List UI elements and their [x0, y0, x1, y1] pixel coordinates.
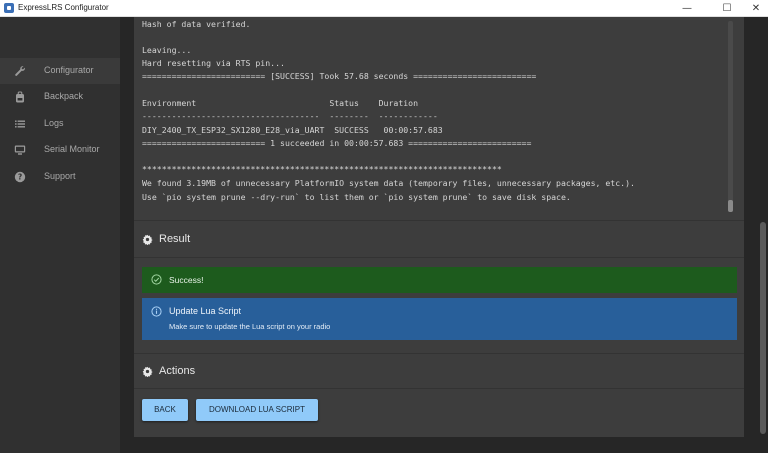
log-line: We found 3.19MB of unnecessary PlatformI… — [142, 178, 635, 188]
divider — [134, 388, 744, 389]
gear-icon — [142, 366, 153, 377]
check-circle-icon — [151, 274, 162, 285]
list-icon — [15, 120, 25, 128]
log-line: ****************************************… — [142, 164, 502, 174]
sidebar-item-label: Serial Monitor — [44, 144, 100, 154]
sidebar-item-label: Support — [44, 171, 76, 181]
sidebar-item-serial-monitor[interactable]: Serial Monitor — [0, 137, 120, 163]
close-button[interactable]: ✕ — [744, 0, 768, 17]
success-alert: Success! — [142, 267, 737, 293]
info-title: Update Lua Script — [169, 306, 242, 316]
sidebar-item-label: Logs — [44, 118, 64, 128]
actions-heading: Actions — [142, 365, 195, 377]
minimize-button[interactable]: — — [670, 0, 704, 17]
log-line: DIY_2400_TX_ESP32_SX1280_E28_via_UART SU… — [142, 125, 443, 135]
info-description: Make sure to update the Lua script on yo… — [169, 322, 331, 331]
log-line: ------------------------------------ ---… — [142, 111, 438, 121]
download-lua-script-button[interactable]: DOWNLOAD LUA SCRIPT — [196, 399, 318, 421]
log-line: Hash of data verified. — [142, 19, 251, 29]
sidebar-item-label: Configurator — [44, 65, 94, 75]
title-bar: ExpressLRS Configurator — ☐ ✕ — [0, 0, 768, 17]
wrench-icon — [15, 66, 25, 76]
log-line: Hard resetting via RTS pin... — [142, 58, 285, 68]
sidebar-item-logs[interactable]: Logs — [0, 111, 120, 137]
back-button[interactable]: BACK — [142, 399, 188, 421]
log-line: ========================= 1 succeeded in… — [142, 138, 532, 148]
actions-heading-label: Actions — [159, 365, 196, 377]
sidebar-item-support[interactable]: ? Support — [0, 164, 120, 190]
help-icon: ? — [14, 171, 26, 183]
backpack-icon — [16, 91, 24, 103]
log-line: Use `pio system prune --dry-run` to list… — [142, 192, 571, 202]
sidebar-item-label: Backpack — [44, 91, 84, 101]
log-line: Environment Status Duration — [142, 98, 419, 108]
sidebar-item-backpack[interactable]: Backpack — [0, 84, 120, 110]
log-line: ========================= [SUCCESS] Took… — [142, 71, 537, 81]
gear-icon — [142, 234, 153, 245]
info-alert: Update Lua Script Make sure to update th… — [142, 298, 737, 340]
sidebar: Configurator Backpack Logs Serial Monito… — [0, 17, 120, 453]
svg-text:?: ? — [18, 173, 22, 182]
window-title: ExpressLRS Configurator — [18, 3, 109, 12]
maximize-button[interactable]: ☐ — [710, 0, 744, 17]
main-content: Hash of data verified. Leaving... Hard r… — [120, 17, 768, 453]
divider — [134, 220, 744, 221]
result-heading: Result — [142, 233, 190, 245]
info-icon — [151, 306, 162, 317]
success-text: Success! — [169, 275, 204, 285]
app-logo-icon — [4, 3, 14, 13]
log-line: Leaving... — [142, 45, 192, 55]
monitor-icon — [14, 145, 26, 155]
sidebar-item-configurator[interactable]: Configurator — [0, 58, 120, 84]
log-scrollbar-thumb[interactable] — [728, 200, 733, 212]
build-log[interactable]: Hash of data verified. Leaving... Hard r… — [134, 17, 744, 217]
flashing-panel: Hash of data verified. Leaving... Hard r… — [134, 17, 744, 437]
divider — [134, 257, 744, 258]
log-scrollbar-track[interactable] — [728, 21, 733, 211]
divider — [134, 353, 744, 354]
result-heading-label: Result — [159, 233, 191, 245]
main-scrollbar-thumb[interactable] — [760, 222, 766, 434]
